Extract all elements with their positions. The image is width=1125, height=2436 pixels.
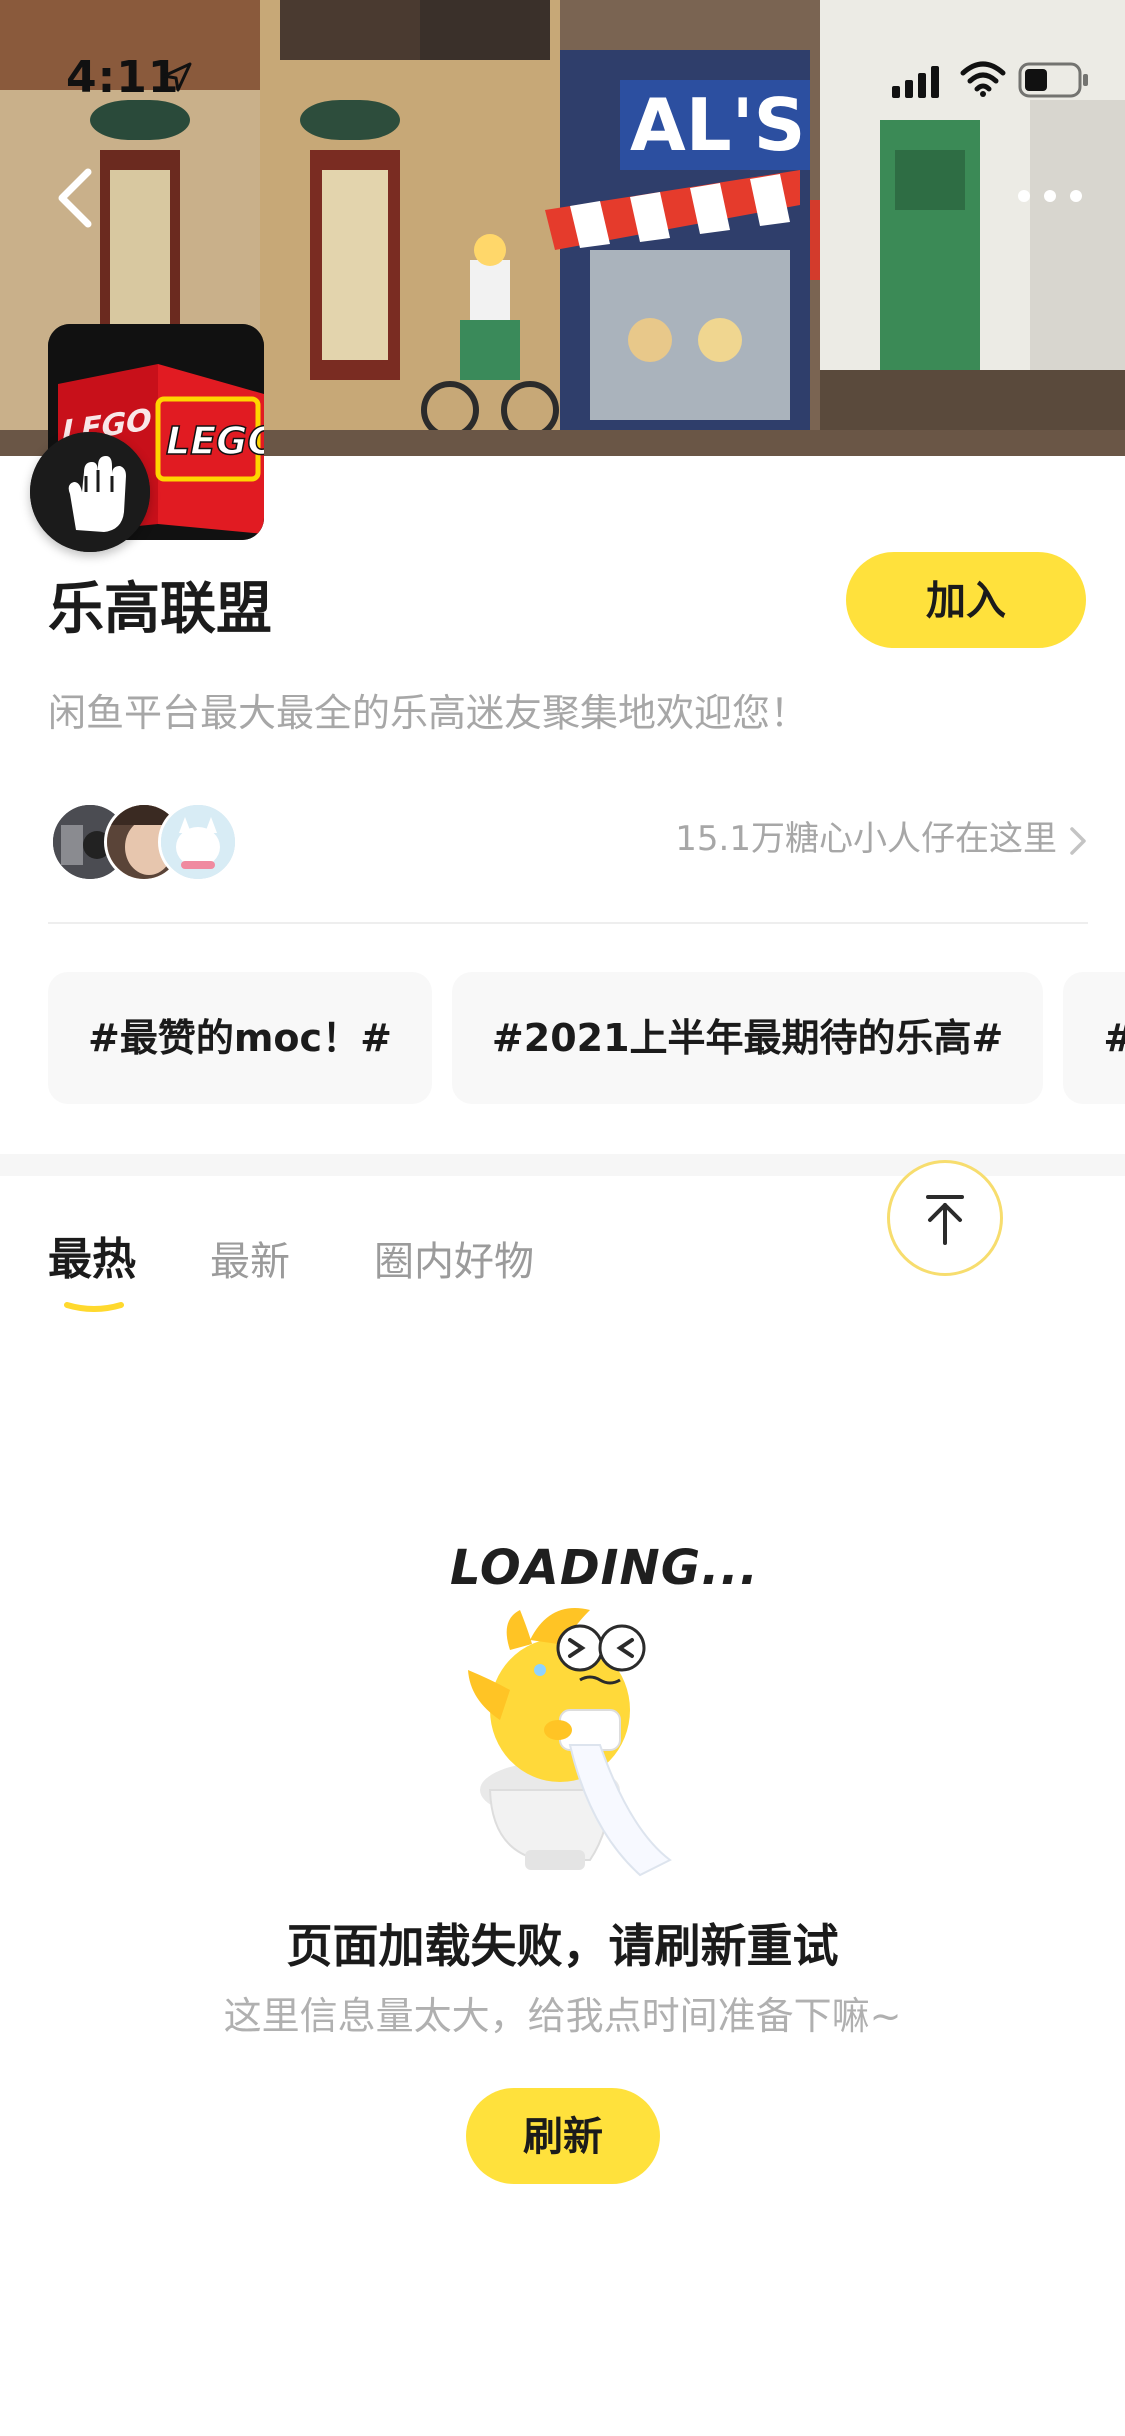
tab-hot[interactable]: 最热 bbox=[48, 1230, 136, 1290]
group-title: 乐高联盟 bbox=[48, 577, 272, 642]
topic-list: #最赞的moc！##2021上半年最期待的乐高## bbox=[48, 972, 1125, 1104]
error-subtitle: 这里信息量太大，给我点时间准备下嘛~ bbox=[223, 1994, 902, 2038]
lego-logo-text: LEGO bbox=[166, 419, 264, 463]
topic-chip[interactable]: #最赞的moc！# bbox=[48, 972, 432, 1104]
chevron-right-icon bbox=[1070, 826, 1086, 855]
member-count-link[interactable]: 15.1万糖心小人仔在这里 bbox=[675, 816, 1087, 862]
chevron-left-icon[interactable] bbox=[46, 162, 102, 234]
member-avatars[interactable] bbox=[50, 802, 238, 882]
join-button[interactable]: 加入 bbox=[846, 552, 1086, 648]
raised-hand-icon bbox=[30, 432, 150, 552]
more-dots-icon[interactable] bbox=[1010, 176, 1090, 216]
error-title: 页面加载失败，请刷新重试 bbox=[286, 1919, 839, 1973]
topic-chip[interactable]: #2021上半年最期待的乐高# bbox=[451, 972, 1044, 1104]
active-tab-indicator bbox=[64, 1302, 124, 1312]
topic-chip[interactable]: # bbox=[1063, 972, 1125, 1104]
avatar bbox=[158, 802, 238, 882]
wifi-icon bbox=[960, 61, 1006, 97]
tab-latest[interactable]: 最新 bbox=[210, 1232, 290, 1292]
cellular-signal-icon bbox=[892, 66, 939, 98]
tab-good-items[interactable]: 圈内好物 bbox=[374, 1232, 534, 1292]
arrow-up-to-top-icon[interactable] bbox=[887, 1160, 1003, 1276]
refresh-button[interactable]: 刷新 bbox=[466, 2088, 660, 2184]
group-description: 闲鱼平台最大最全的乐高迷友聚集地欢迎您！ bbox=[48, 691, 809, 735]
divider bbox=[48, 922, 1088, 924]
location-arrow-icon bbox=[162, 62, 192, 92]
member-count-text: 15.1万糖心小人仔在这里 bbox=[675, 819, 1057, 859]
battery-icon bbox=[1018, 62, 1088, 98]
status-bar: 4:11 bbox=[0, 0, 1125, 140]
fish-on-toilet-icon bbox=[468, 1608, 672, 1877]
